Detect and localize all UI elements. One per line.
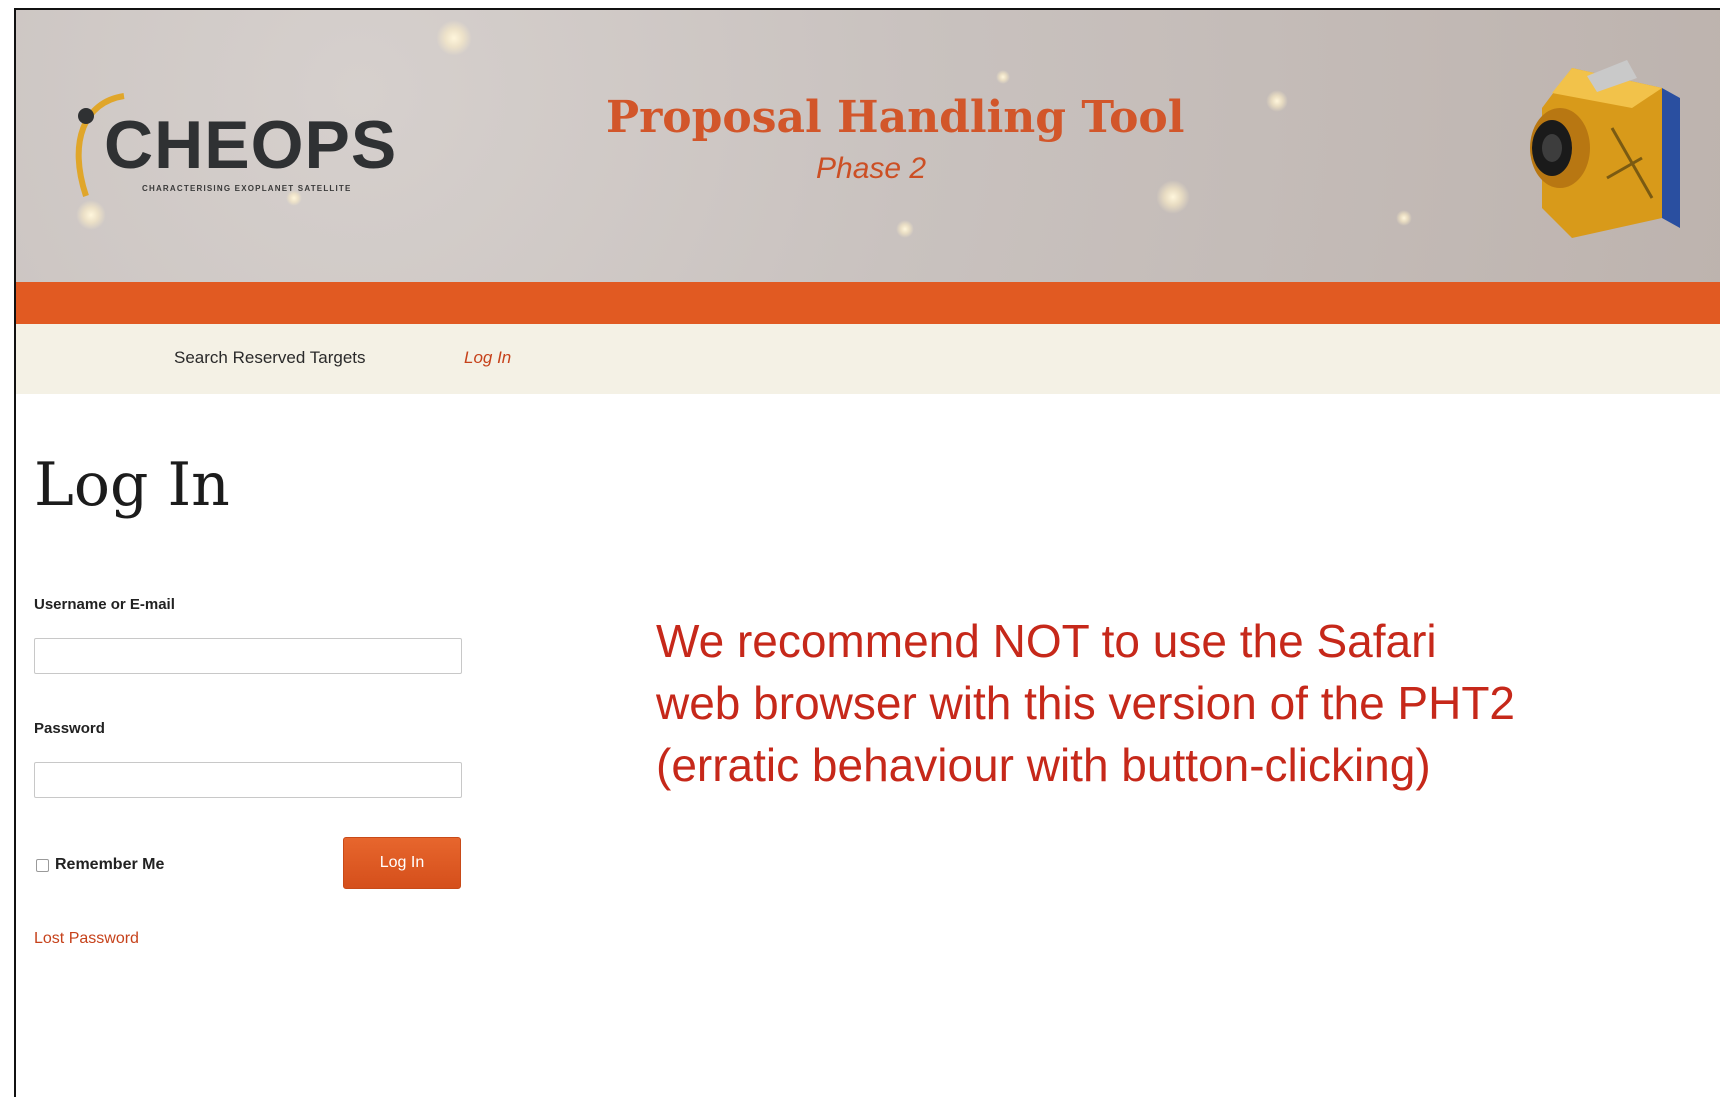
nav-log-in[interactable]: Log In [464, 348, 511, 368]
page-frame: CHEOPS CHARACTERISING EXOPLANET SATELLIT… [14, 8, 1720, 1097]
accent-bar [16, 282, 1720, 324]
warning-line: (erratic behaviour with button-clicking) [656, 739, 1431, 791]
safari-warning: We recommend NOT to use the Safari web b… [656, 610, 1716, 796]
username-input[interactable] [34, 638, 462, 674]
remember-me[interactable]: Remember Me [36, 856, 164, 874]
app-subtitle: Phase 2 [816, 152, 927, 185]
warning-line: We recommend NOT to use the Safari [656, 615, 1437, 667]
satellite-icon [1530, 60, 1680, 238]
cheops-logo[interactable]: CHEOPS CHARACTERISING EXOPLANET SATELLIT… [56, 82, 416, 222]
remember-me-label: Remember Me [55, 856, 165, 873]
username-label: Username or E-mail [34, 596, 175, 613]
checkbox-icon[interactable] [36, 858, 49, 872]
lost-password-link[interactable]: Lost Password [34, 930, 139, 948]
logo-text: CHEOPS [104, 107, 398, 183]
page-title: Log In [34, 450, 230, 520]
login-button[interactable]: Log In [343, 837, 461, 889]
app-title: Proposal Handling Tool [606, 92, 1185, 143]
nav-search-reserved-targets[interactable]: Search Reserved Targets [174, 348, 366, 368]
site-header: CHEOPS CHARACTERISING EXOPLANET SATELLIT… [16, 10, 1720, 282]
main-nav: Search Reserved Targets Log In [16, 324, 1720, 394]
password-label: Password [34, 720, 105, 737]
logo-subtitle: CHARACTERISING EXOPLANET SATELLITE [142, 184, 352, 193]
password-input[interactable] [34, 762, 462, 798]
warning-line: web browser with this version of the PHT… [656, 677, 1516, 729]
